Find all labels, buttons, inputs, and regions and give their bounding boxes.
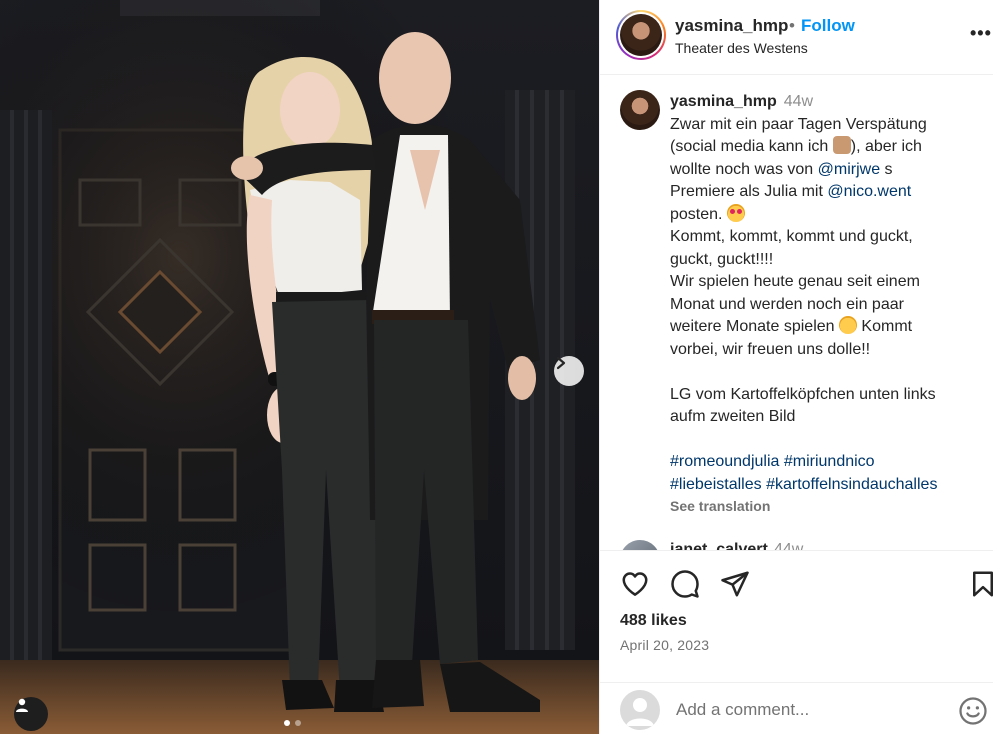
- post-date[interactable]: April 20, 2023: [620, 637, 709, 653]
- caption-time[interactable]: 44w: [784, 93, 813, 110]
- action-bar: 488 likes April 20, 2023: [600, 550, 993, 734]
- heart-eyes-emoji-icon: [726, 203, 745, 222]
- carousel-dot: [295, 720, 301, 726]
- header-separator: •: [789, 16, 795, 35]
- caption-line: Monat und werden noch ein paar: [670, 295, 904, 313]
- caption-username[interactable]: yasmina_hmp: [670, 93, 777, 110]
- likes-count[interactable]: 488 likes: [620, 612, 687, 630]
- caption-line: aufm zweiten Bild: [670, 408, 796, 425]
- more-options-icon[interactable]: •••: [970, 23, 992, 44]
- emoji-icon[interactable]: [958, 696, 988, 726]
- comment-time[interactable]: 44w: [774, 541, 803, 550]
- carousel-dot-active: [284, 720, 290, 726]
- post-side-panel: yasmina_hmp • Follow Theater des Westens…: [599, 0, 993, 734]
- comment-username[interactable]: janet_calvert: [670, 541, 768, 550]
- header-avatar[interactable]: [616, 10, 666, 60]
- heart-icon[interactable]: [620, 569, 650, 599]
- caption: yasmina_hmp 44w Zwar mit ein paar Tagen V…: [670, 91, 980, 516]
- caption-line: LG vom Kartoffelköpfchen unten links: [670, 385, 936, 403]
- mention-link[interactable]: @mirjwe: [818, 161, 880, 178]
- hashtag-link[interactable]: #kartoffelnsindauchalles: [766, 476, 937, 493]
- carousel-next-button[interactable]: [554, 356, 584, 386]
- comment-avatar[interactable]: [620, 540, 660, 550]
- share-icon[interactable]: [720, 569, 750, 599]
- post-photo[interactable]: [0, 0, 599, 734]
- profile-picture: [620, 14, 662, 56]
- carousel-indicator: [284, 720, 301, 726]
- see-translation-button[interactable]: See translation: [670, 496, 980, 516]
- mention-link[interactable]: @nico.went: [827, 183, 911, 200]
- hashtag-link[interactable]: #liebeistalles: [670, 476, 762, 493]
- caption-line: guckt, guckt!!!!: [670, 250, 774, 268]
- add-comment-bar: [600, 682, 993, 734]
- thumbs-up-emoji-icon: [832, 136, 851, 154]
- caption-text: Premiere als Julia mit: [670, 183, 828, 200]
- caption-text: ), aber ich: [850, 138, 922, 155]
- comments-section[interactable]: yasmina_hmp 44w Zwar mit ein paar Tagen V…: [600, 76, 993, 550]
- comment-item: janet_calvert 44w: [620, 538, 980, 550]
- current-user-avatar[interactable]: [620, 690, 660, 730]
- bookmark-icon[interactable]: [968, 569, 993, 599]
- hashtag-link[interactable]: #romeoundjulia: [670, 453, 779, 470]
- chevron-right-icon: [556, 356, 566, 370]
- caption-text: weitere Monate spielen: [670, 318, 839, 335]
- comment-icon[interactable]: [670, 569, 700, 599]
- location-link[interactable]: Theater des Westens: [675, 40, 808, 56]
- default-avatar-icon: [626, 698, 654, 726]
- caption-text: wollte noch was von: [670, 160, 818, 178]
- follow-button[interactable]: Follow: [801, 16, 855, 36]
- hashtag-link[interactable]: #miriundnico: [784, 453, 875, 470]
- user-tags-button[interactable]: [14, 697, 48, 731]
- user-tag-icon: [16, 698, 28, 712]
- caption-line: Wir spielen heute genau seit einem: [670, 273, 920, 290]
- caption-line: Zwar mit ein paar Tagen Verspätung: [670, 115, 927, 133]
- smile-emoji-icon: [838, 316, 857, 334]
- comment-input[interactable]: [676, 697, 946, 723]
- caption-text: s: [880, 160, 893, 178]
- post-header: yasmina_hmp • Follow Theater des Westens…: [600, 0, 993, 75]
- stage-scene: [0, 0, 599, 734]
- caption-text: posten.: [670, 205, 727, 223]
- caption-avatar[interactable]: [620, 90, 660, 130]
- caption-line: vorbei, wir freuen uns dolle!!: [670, 340, 871, 358]
- caption-text: (social media kann ich: [670, 138, 833, 155]
- caption-line: Kommt, kommt, kommt und guckt,: [670, 228, 913, 245]
- caption-text: Kommt: [856, 318, 913, 335]
- header-username[interactable]: yasmina_hmp: [675, 16, 788, 36]
